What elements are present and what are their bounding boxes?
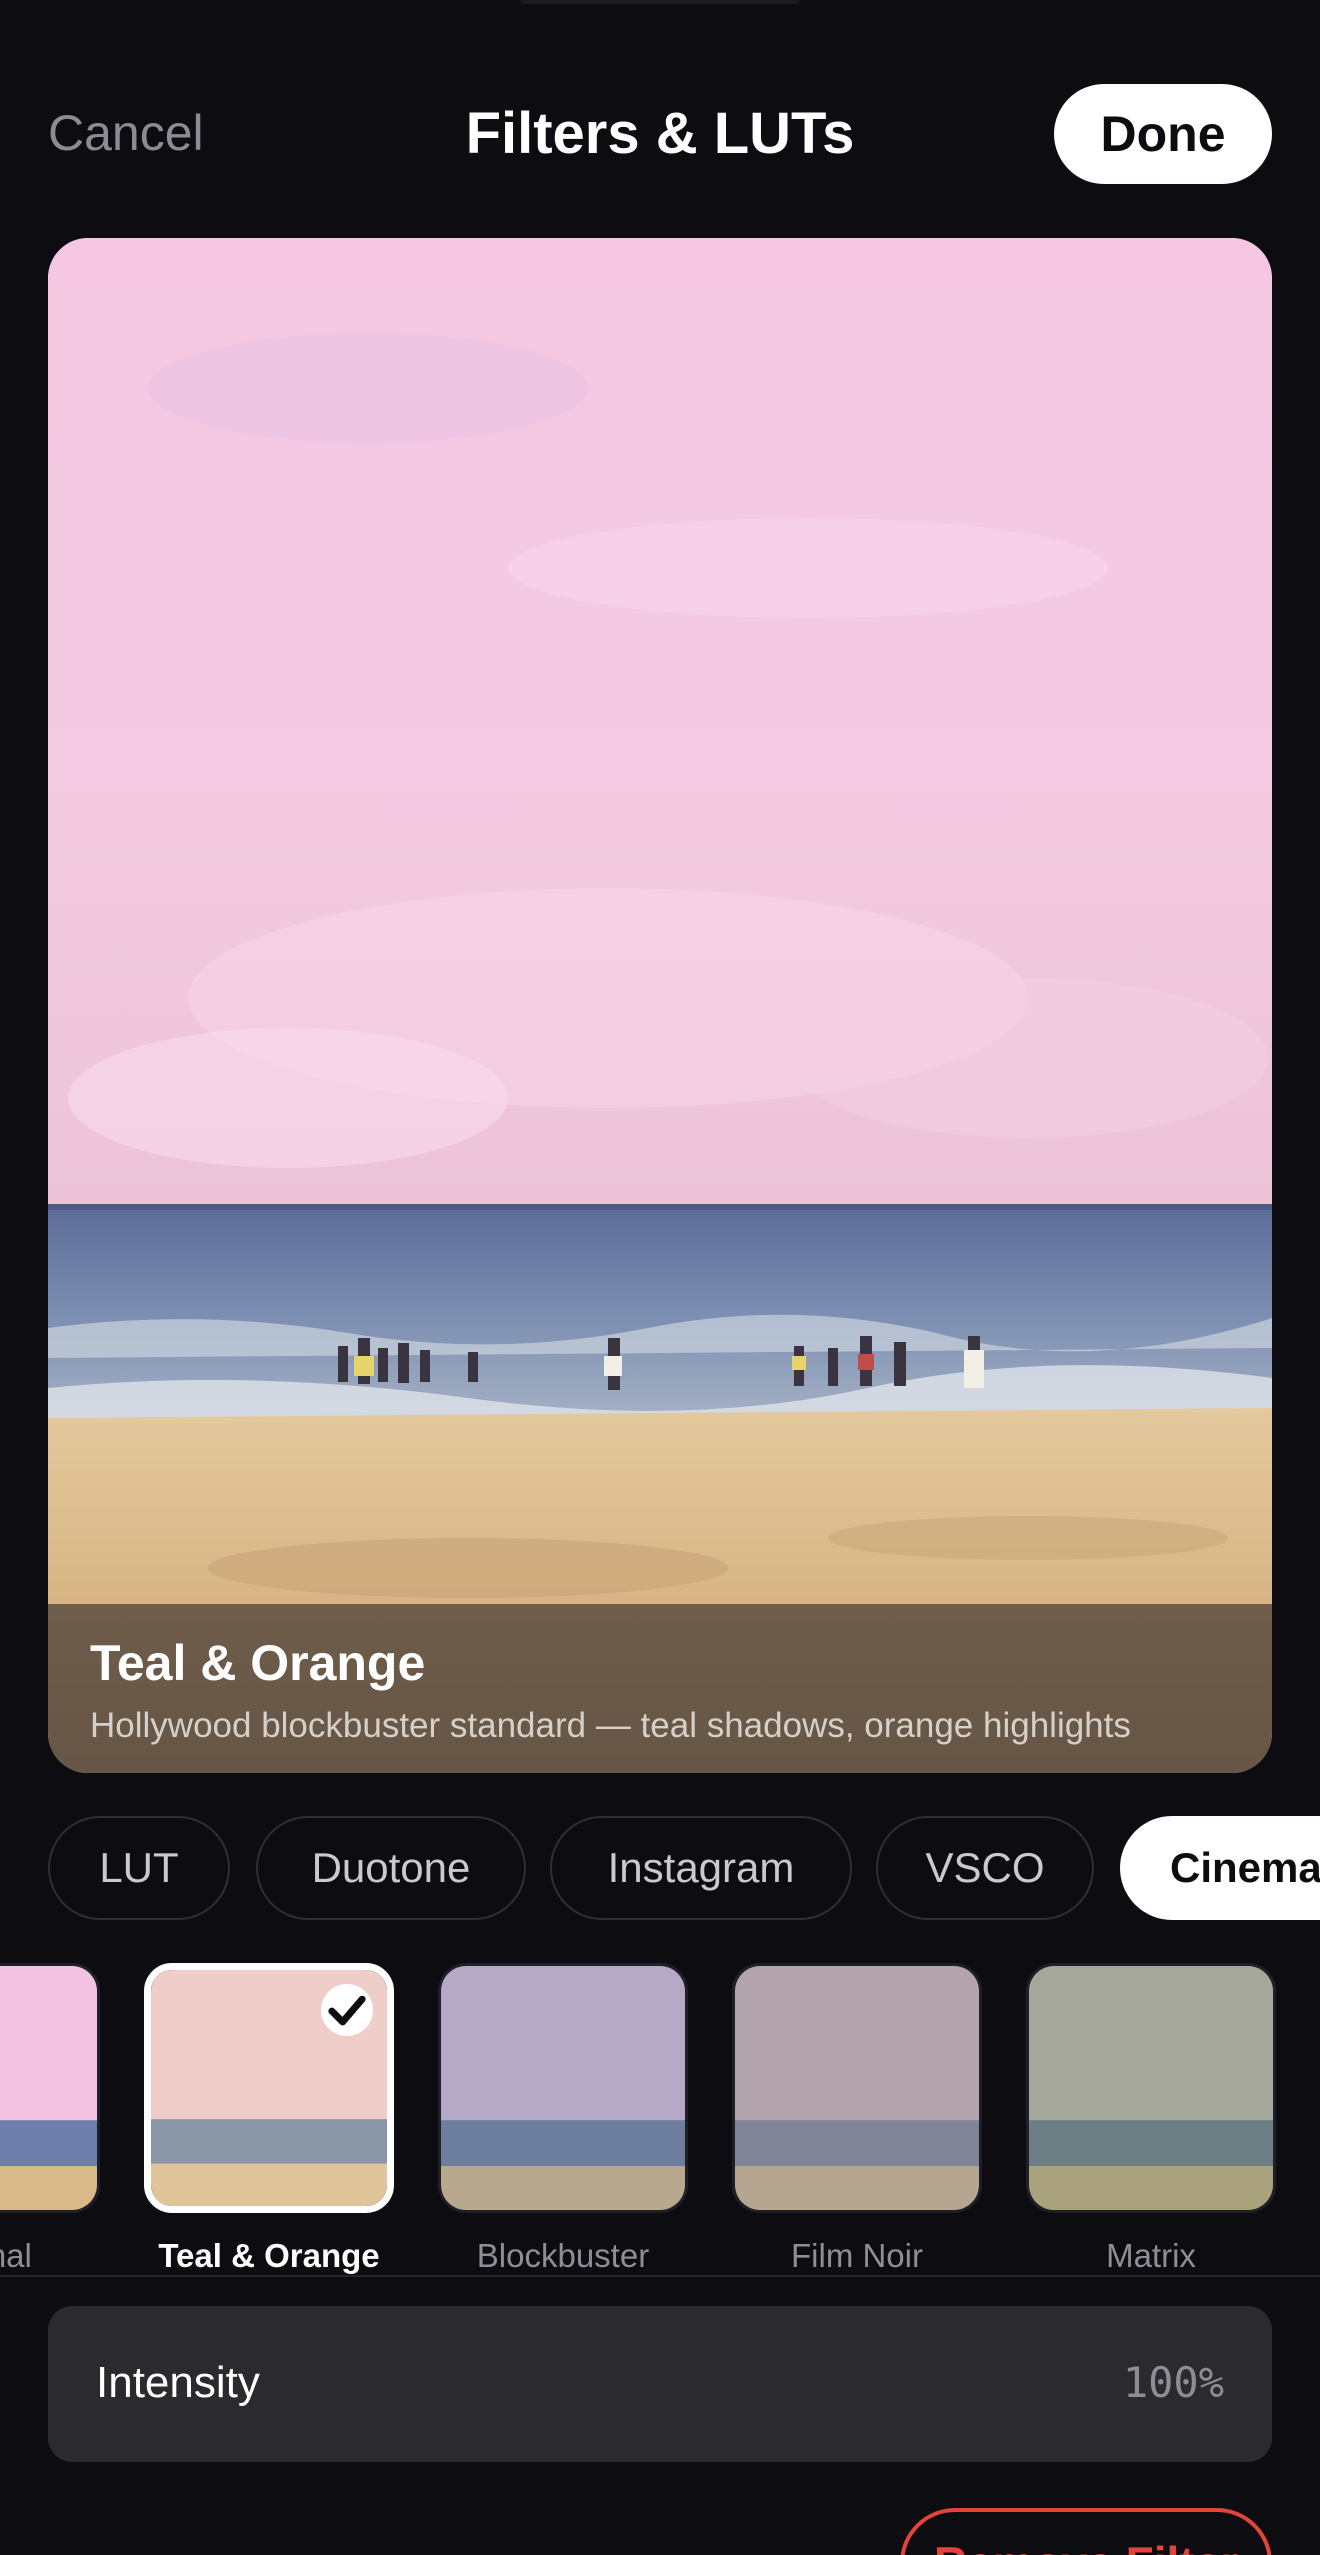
filter-preview: Teal & Orange Hollywood blockbuster stan… bbox=[48, 238, 1272, 1773]
selected-check bbox=[321, 1984, 373, 2036]
thumb-film-noir[interactable] bbox=[732, 1963, 982, 2213]
category-chips: LUT Duotone Instagram VSCO Cinematic bbox=[0, 1816, 1320, 1922]
chip-duotone[interactable]: Duotone bbox=[256, 1816, 526, 1920]
filter-thumbnails: Original Teal & Orange Blockbuster Film … bbox=[0, 1963, 1320, 2283]
thumb-label-original: Original bbox=[0, 2237, 32, 2274]
thumb-teal-orange[interactable] bbox=[144, 1963, 394, 2213]
beach-photo bbox=[48, 238, 1272, 1773]
chip-cinematic[interactable]: Cinematic bbox=[1120, 1816, 1320, 1920]
intensity-value: 100% bbox=[1122, 2358, 1224, 2407]
thumb-matrix-image bbox=[1029, 1966, 1273, 2210]
thumb-label-film-noir: Film Noir bbox=[791, 2237, 923, 2274]
checkmark-icon bbox=[328, 1995, 366, 2026]
chip-vsco[interactable]: VSCO bbox=[876, 1816, 1094, 1920]
done-button[interactable]: Done bbox=[1054, 84, 1272, 184]
thumb-label-blockbuster: Blockbuster bbox=[476, 2237, 650, 2274]
thumb-original[interactable] bbox=[0, 1963, 100, 2213]
thumb-blockbuster[interactable] bbox=[438, 1963, 688, 2213]
filters-screen: Cancel Filters & LUTs Done Teal & Orange… bbox=[0, 0, 1320, 2555]
thumb-blockbuster-image bbox=[441, 1966, 685, 2210]
preview-filter-name: Teal & Orange bbox=[90, 1635, 426, 1691]
intensity-label: Intensity bbox=[96, 2358, 260, 2407]
top-indicator bbox=[520, 0, 800, 4]
preview-filter-description: Hollywood blockbuster standard — teal sh… bbox=[90, 1706, 1131, 1745]
thumb-label-matrix: Matrix bbox=[1106, 2237, 1196, 2274]
thumb-original-image bbox=[0, 1966, 97, 2210]
chip-lut[interactable]: LUT bbox=[48, 1816, 230, 1920]
section-divider bbox=[0, 2275, 1320, 2277]
thumb-matrix[interactable] bbox=[1026, 1963, 1276, 2213]
thumb-label-teal-orange: Teal & Orange bbox=[158, 2237, 380, 2274]
thumb-film-noir-image bbox=[735, 1966, 979, 2210]
remove-filter-button[interactable]: Remove Filter bbox=[900, 2508, 1272, 2555]
chip-instagram[interactable]: Instagram bbox=[550, 1816, 852, 1920]
cancel-button[interactable]: Cancel bbox=[48, 104, 204, 162]
intensity-control[interactable]: Intensity 100% bbox=[48, 2306, 1272, 2462]
